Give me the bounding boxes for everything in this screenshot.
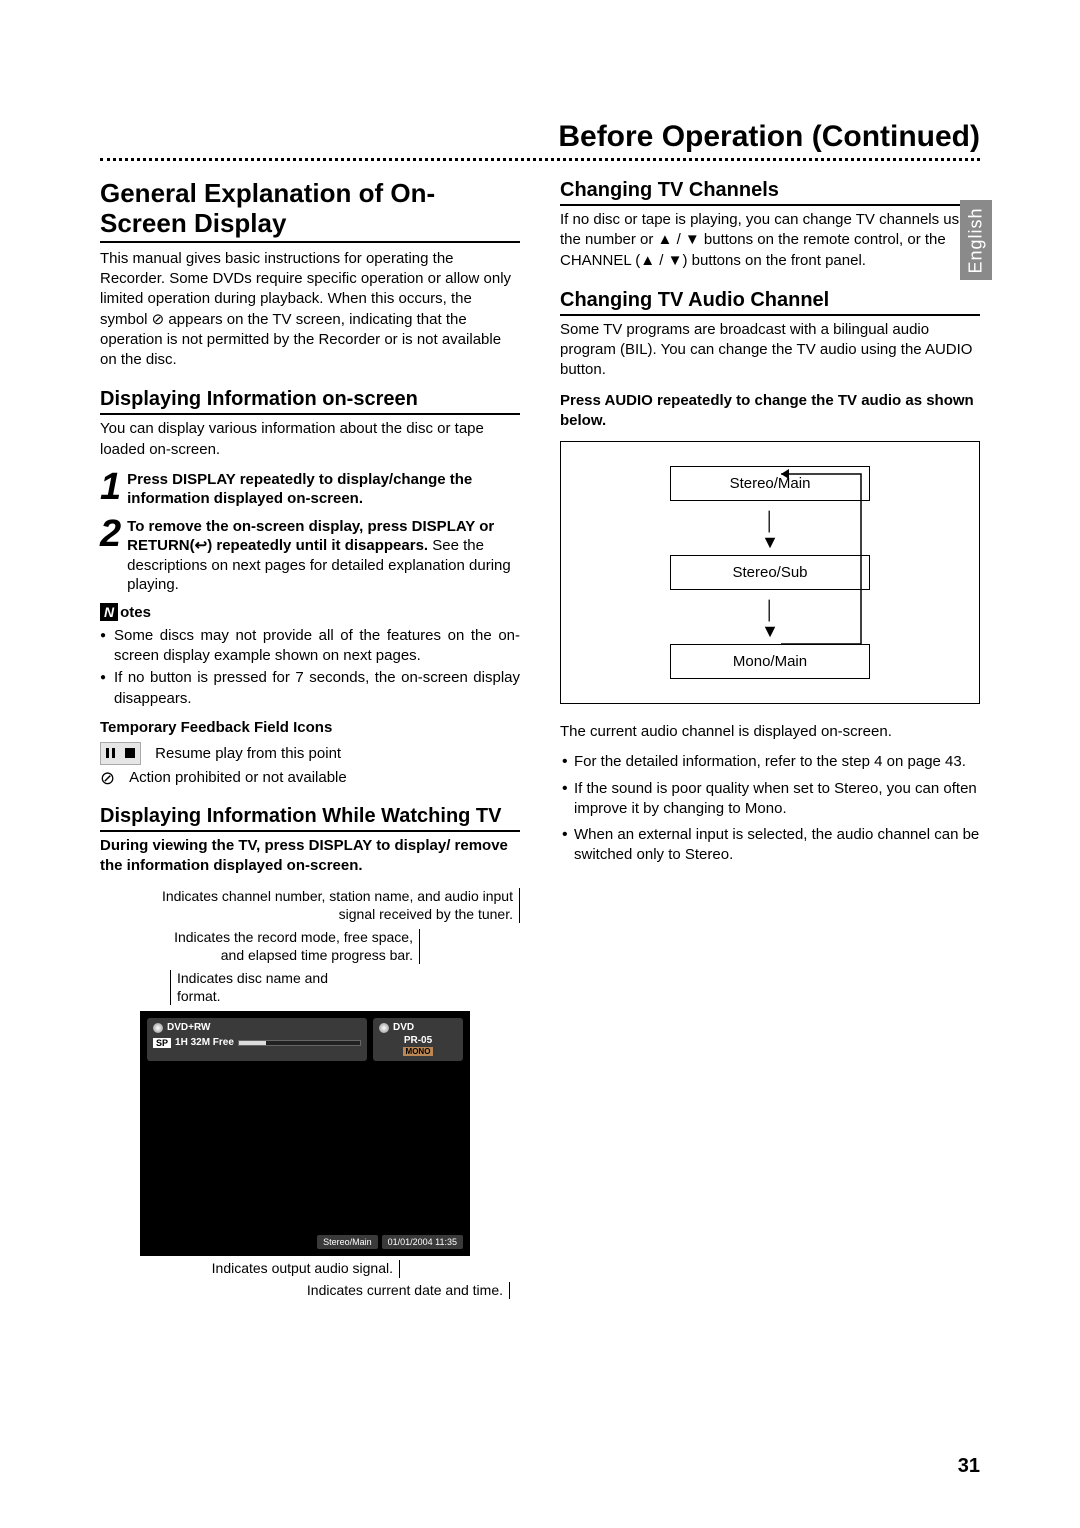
left-intro: This manual gives basic instructions for… bbox=[100, 249, 520, 371]
osd-pr: PR-05 bbox=[404, 1035, 432, 1046]
right-bullets: For the detailed information, refer to t… bbox=[560, 752, 980, 865]
step-2-number: 2 bbox=[100, 517, 121, 595]
icon-resume-label: Resume play from this point bbox=[155, 745, 341, 762]
disc-icon-small bbox=[379, 1023, 389, 1033]
note-2: If no button is pressed for 7 seconds, t… bbox=[100, 668, 520, 709]
osd-sp-badge: SP bbox=[153, 1038, 171, 1048]
language-tab-label: English bbox=[966, 207, 987, 273]
osd-disc-fmt: DVD+RW bbox=[167, 1022, 210, 1033]
callout-record-mode: Indicates the record mode, free space, a… bbox=[170, 929, 420, 964]
flow-return-arrow-icon bbox=[771, 466, 891, 666]
callout-tuner: Indicates channel number, station name, … bbox=[160, 888, 520, 923]
right-p-audio: Some TV programs are broadcast with a bi… bbox=[560, 320, 980, 381]
page-number: 31 bbox=[958, 1455, 980, 1478]
progress-bar bbox=[238, 1040, 361, 1046]
step-2: 2 To remove the on-screen display, press… bbox=[100, 517, 520, 595]
icon-prohibit-label: Action prohibited or not available bbox=[129, 769, 347, 786]
left-pb-bold: During viewing the TV, press DISPLAY to … bbox=[100, 836, 520, 877]
step-1-text: Press DISPLAY repeatedly to display/chan… bbox=[127, 471, 472, 508]
notes-label: otes bbox=[120, 604, 151, 621]
audio-flow-diagram: Stereo/Main │▼ Stereo/Sub │▼ Mono/Main bbox=[560, 441, 980, 704]
note-1: Some discs may not provide all of the fe… bbox=[100, 626, 520, 667]
osd-screen: DVD+RW SP 1H 32M Free DVD PR-05 MONO bbox=[140, 1011, 470, 1256]
left-h3-watching-tv: Displaying Information While Watching TV bbox=[100, 805, 520, 832]
osd-card-right: DVD PR-05 MONO bbox=[373, 1018, 463, 1061]
prohibit-icon: ⊘ bbox=[100, 769, 115, 787]
step-1: 1 Press DISPLAY repeatedly to display/ch… bbox=[100, 470, 520, 509]
right-li-1: For the detailed information, refer to t… bbox=[560, 752, 980, 772]
right-p-channels: If no disc or tape is playing, you can c… bbox=[560, 210, 980, 271]
osd-audio-chip: Stereo/Main bbox=[317, 1235, 378, 1249]
right-column: Changing TV Channels If no disc or tape … bbox=[560, 179, 980, 1299]
osd-datetime-chip: 01/01/2004 11:35 bbox=[382, 1235, 463, 1249]
right-h3-audio: Changing TV Audio Channel bbox=[560, 289, 980, 316]
page-title: Before Operation (Continued) bbox=[100, 120, 980, 154]
callout-datetime: Indicates current date and time. bbox=[200, 1282, 510, 1300]
osd-card-left: DVD+RW SP 1H 32M Free bbox=[147, 1018, 367, 1061]
right-li-2: If the sound is poor quality when set to… bbox=[560, 779, 980, 820]
notes-heading: Notes bbox=[100, 603, 520, 622]
icon-row-resume: Resume play from this point bbox=[100, 742, 520, 765]
icon-row-prohibit: ⊘ Action prohibited or not available bbox=[100, 769, 520, 787]
osd-free: 1H 32M Free bbox=[175, 1037, 234, 1048]
title-rule bbox=[100, 158, 980, 161]
language-tab: English bbox=[960, 200, 992, 280]
osd-dvd: DVD bbox=[393, 1022, 414, 1033]
callout-disc: Indicates disc name and format. bbox=[170, 970, 340, 1005]
left-column: General Explanation of On-Screen Display… bbox=[100, 179, 520, 1299]
step-1-number: 1 bbox=[100, 470, 121, 509]
left-h3-display-info: Displaying Information on-screen bbox=[100, 388, 520, 415]
right-h3-channels: Changing TV Channels bbox=[560, 179, 980, 206]
right-p-audio-bold: Press AUDIO repeatedly to change the TV … bbox=[560, 391, 980, 432]
subhead-temp-icons: Temporary Feedback Field Icons bbox=[100, 719, 520, 736]
osd-diagram: Indicates channel number, station name, … bbox=[100, 888, 520, 1299]
right-p-current: The current audio channel is displayed o… bbox=[560, 722, 980, 742]
right-li-3: When an external input is selected, the … bbox=[560, 825, 980, 866]
resume-icon bbox=[100, 742, 141, 765]
notes-list: Some discs may not provide all of the fe… bbox=[100, 626, 520, 709]
left-p-display-info: You can display various information abou… bbox=[100, 419, 520, 460]
callout-audio-out: Indicates output audio signal. bbox=[140, 1260, 400, 1278]
disc-icon bbox=[153, 1023, 163, 1033]
notes-icon: N bbox=[100, 603, 118, 621]
left-h2: General Explanation of On-Screen Display bbox=[100, 179, 520, 243]
osd-mono-badge: MONO bbox=[403, 1047, 434, 1056]
